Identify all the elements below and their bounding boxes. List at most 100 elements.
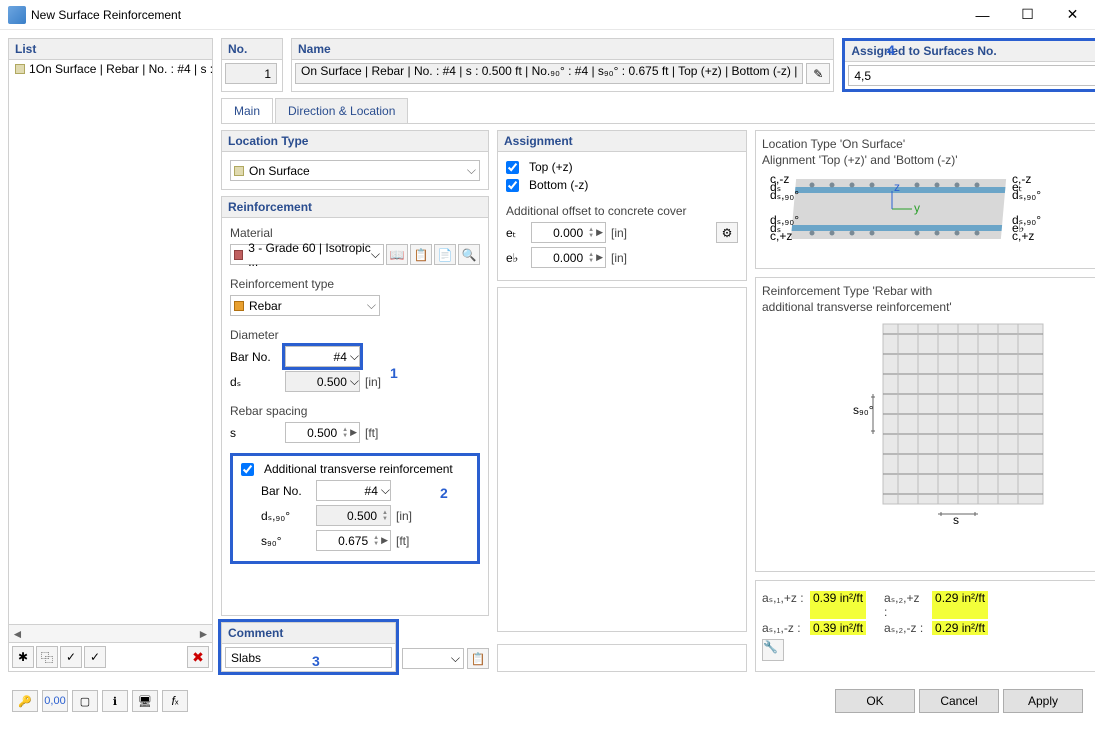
material-add-button[interactable]: 📋 [410,244,432,265]
tab-main[interactable]: Main [221,98,273,123]
footer: 🔑 0,00 ▢ ℹ 🖥 fₓ OK Cancel Apply [0,680,1095,721]
result-value: 0.29 in²/ft [932,591,988,619]
name-label: Name [292,39,833,60]
svg-text:c,+z: c,+z [770,229,792,243]
transverse-reinforcement-group: Additional transverse reinforcement Bar … [230,453,480,564]
ok-button[interactable]: OK [835,689,915,713]
display-button[interactable]: 🖥 [132,690,158,712]
assigned-field-group: Assigned to Surfaces No. ↖ [842,38,1095,92]
maximize-button[interactable]: ☐ [1005,0,1050,30]
name-field-group: Name On Surface | Rebar | No. : #4 | s :… [291,38,834,92]
bar-no-select[interactable]: ⌵ [285,346,360,367]
diagram-title-2: Alignment 'Top (+z)' and 'Bottom (-z)' [762,153,1095,167]
list-item[interactable]: 1 On Surface | Rebar | No. : #4 | s : 0.… [9,60,212,78]
diagram-title-3: Reinforcement Type 'Rebar with [762,284,1095,298]
chevron-down-icon: ⌵ [371,247,380,262]
comment-select[interactable]: ⌵ [402,648,464,669]
minimize-button[interactable]: — [960,0,1005,30]
apply-button[interactable]: Apply [1003,689,1083,713]
transverse-s-label: s₉₀° [261,534,311,548]
copy-item-button[interactable]: ⿻ [36,646,58,668]
check-button-2[interactable]: ✓ [84,646,106,668]
chevron-down-icon: ⌵ [467,163,476,178]
empty-bottom-panel [497,644,747,672]
svg-text:y: y [914,201,920,215]
material-lookup-button[interactable]: 🔍 [458,244,480,265]
assigned-surfaces-input[interactable] [848,65,1095,86]
location-type-select[interactable]: On Surface ⌵ [230,160,480,181]
transverse-barno-label: Bar No. [261,484,311,498]
offset-settings-button[interactable]: ⚙ [716,222,738,243]
help-button[interactable]: 🔑 [12,690,38,712]
chevron-down-icon: ⌵ [350,374,359,389]
rebar-spacing-label: Rebar spacing [230,404,480,418]
result-value: 0.39 in²/ft [810,621,866,635]
info-button[interactable]: ℹ [102,690,128,712]
et-input[interactable]: ▲▼ ▶ [531,222,606,243]
result-value: 0.39 in²/ft [810,591,866,619]
cancel-button[interactable]: Cancel [919,689,999,713]
reinforcement-header: Reinforcement [222,197,488,218]
result-label: aₛ,₂,-z : [884,621,926,635]
horizontal-scrollbar[interactable]: ◄► [9,624,212,642]
eb-input[interactable]: ▲▼ ▶ [531,247,606,268]
result-value: 0.29 in²/ft [932,621,988,635]
check-button-1[interactable]: ✓ [60,646,82,668]
list-panel: List 1 On Surface | Rebar | No. : #4 | s… [8,38,213,672]
reinforcement-type-select[interactable]: Rebar ⌵ [230,295,380,316]
unit-label: [in] [611,226,627,240]
number-field-group: No. [221,38,283,92]
svg-text:c,+z: c,+z [1012,229,1034,243]
location-diagram-svg: y z c,-zdₛdₛ,₉₀° dₛ,₉₀°dₛc,+z c,-zeₜdₛ,₉… [762,169,1042,259]
assignment-header: Assignment [498,131,746,152]
list-header: List [9,39,212,60]
location-type-header: Location Type [222,131,488,152]
assignment-panel: Assignment Top (+z) Bottom (-z) Addition… [497,130,747,281]
name-input[interactable]: On Surface | Rebar | No. : #4 | s : 0.50… [295,63,803,84]
window-title: New Surface Reinforcement [31,8,960,22]
svg-text:dₛ,₉₀°: dₛ,₉₀° [1012,188,1041,202]
annotation-3: 3 [312,653,320,669]
location-diagram-panel: Location Type 'On Surface' Alignment 'To… [755,130,1095,269]
comment-panel: Comment [221,622,396,672]
view-button[interactable]: ▢ [72,690,98,712]
reinforcement-panel: Reinforcement Material 3 - Grade 60 | Is… [221,196,489,616]
transverse-s-input[interactable]: ▲▼ ▶ [316,530,391,551]
results-info-button[interactable]: 🔧 [762,639,784,661]
rebar-icon [234,301,244,311]
on-surface-icon [234,166,244,176]
svg-text:s: s [953,513,959,527]
edit-name-button[interactable]: ✎ [806,63,830,84]
number-input[interactable] [225,63,277,84]
transverse-checkbox[interactable] [241,463,254,476]
reinforcement-diagram-panel: Reinforcement Type 'Rebar with additiona… [755,277,1095,572]
transverse-barno-select[interactable]: ⌵ [316,480,391,501]
ds-label: dₛ [230,375,280,389]
comment-catalog-button[interactable]: 📋 [467,648,489,669]
diameter-label: Diameter [230,328,480,342]
material-select[interactable]: 3 - Grade 60 | Isotropic ... ⌵ [230,244,384,265]
units-button[interactable]: 0,00 [42,690,68,712]
material-library-button[interactable]: 📖 [386,244,408,265]
unit-label: [in] [396,509,412,523]
empty-mid-panel [497,287,747,632]
transverse-ds-label: dₛ,₉₀° [261,509,311,523]
new-item-button[interactable]: ✱ [12,646,34,668]
diagram-title-4: additional transverse reinforcement' [762,300,1095,314]
close-button[interactable]: ✕ [1050,0,1095,30]
unit-label: [in] [611,251,627,265]
comment-input[interactable] [225,647,392,668]
offset-label: Additional offset to concrete cover [506,204,738,218]
top-checkbox[interactable] [506,161,519,174]
unit-label: [ft] [396,534,409,548]
tab-direction-location[interactable]: Direction & Location [275,98,408,123]
result-label: aₛ,₂,+z : [884,591,926,619]
material-new-button[interactable]: 📄 [434,244,456,265]
delete-button[interactable]: ✖ [187,646,209,668]
bar-no-label: Bar No. [230,350,280,364]
s-input[interactable]: ▲▼ ▶ [285,422,360,443]
titlebar: New Surface Reinforcement — ☐ ✕ [0,0,1095,30]
result-label: aₛ,₁,-z : [762,621,804,635]
formula-button[interactable]: fₓ [162,690,188,712]
bottom-checkbox[interactable] [506,179,519,192]
